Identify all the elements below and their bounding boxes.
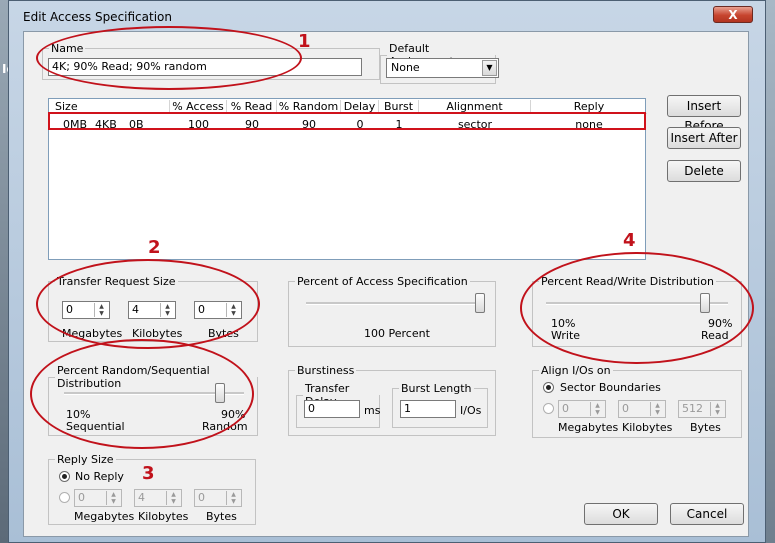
up-arrow-icon[interactable]: ▲ [651,402,664,409]
annotation-number-3: 3 [142,463,155,484]
down-arrow-icon[interactable]: ▼ [711,409,724,416]
annotation-number-2: 2 [148,237,161,258]
chevron-down-icon[interactable]: ▼ [482,60,497,76]
align-bytes-value: 512 [682,402,703,415]
down-arrow-icon[interactable]: ▼ [591,409,604,416]
insert-before-button[interactable]: Insert Before [667,95,741,133]
dialog-client-area: Name 4K; 90% Read; 90% random Default As… [23,26,754,537]
down-arrow-icon[interactable]: ▼ [227,498,240,505]
reply-size-legend: Reply Size [57,453,114,466]
annotation-ellipse-1 [36,26,302,90]
percent-access-caption: 100 Percent [364,327,430,340]
align-megabytes-value: 0 [562,402,569,415]
delete-button[interactable]: Delete [667,160,741,182]
annotation-ellipse-4 [520,252,754,364]
percent-access-slider[interactable] [475,293,485,313]
down-arrow-icon[interactable]: ▼ [107,498,120,505]
align-kilobytes-value: 0 [622,402,629,415]
align-bytes-label: Bytes [690,421,721,434]
close-button[interactable]: X [713,6,753,23]
align-megabytes-label: Megabytes [558,421,619,434]
default-assignment-value: None [391,61,420,74]
insert-after-button[interactable]: Insert After [667,127,741,149]
transfer-delay-unit: ms [364,404,381,417]
align-kilobytes-label: Kilobytes [622,421,673,434]
burst-length-input[interactable]: 1 [400,400,456,418]
annotation-number-4: 4 [623,230,636,251]
reply-custom-radio[interactable] [59,492,70,503]
align-custom-radio[interactable] [543,403,554,414]
percent-access-track [306,302,482,305]
reply-bytes-stepper[interactable]: 0 ▲ ▼ [194,489,242,507]
no-reply-radio[interactable] [59,471,70,482]
reply-megabytes-value: 0 [78,491,85,504]
down-arrow-icon[interactable]: ▼ [167,498,180,505]
transfer-delay-input[interactable]: 0 [304,400,360,418]
percent-access-legend: Percent of Access Specification [297,275,468,288]
up-arrow-icon[interactable]: ▲ [711,402,724,409]
annotation-number-1: 1 [298,31,311,52]
up-arrow-icon[interactable]: ▲ [167,491,180,498]
reply-kilobytes-label: Kilobytes [138,510,189,523]
reply-bytes-value: 0 [198,491,205,504]
dialog-title: Edit Access Specification [23,10,172,24]
down-arrow-icon[interactable]: ▼ [651,409,664,416]
burst-length-unit: I/Os [460,404,482,417]
ok-button[interactable]: OK [584,503,658,525]
annotation-ellipse-3 [30,339,254,449]
up-arrow-icon[interactable]: ▲ [227,491,240,498]
align-kilobytes-stepper[interactable]: 0 ▲ ▼ [618,400,666,418]
reply-bytes-label: Bytes [206,510,237,523]
reply-megabytes-stepper[interactable]: 0 ▲ ▼ [74,489,122,507]
align-legend: Align I/Os on [541,364,611,377]
align-bytes-stepper[interactable]: 512 ▲ ▼ [678,400,726,418]
row-highlight-rectangle [48,112,646,130]
burst-length-legend: Burst Length [401,382,472,395]
cancel-button[interactable]: Cancel [670,503,744,525]
align-sector-radio[interactable] [543,382,554,393]
no-reply-label: No Reply [75,470,124,483]
reply-kilobytes-value: 4 [138,491,145,504]
burstiness-legend: Burstiness [297,364,355,377]
align-sector-label: Sector Boundaries [560,381,661,394]
default-assignment-select[interactable]: None ▼ [386,58,499,78]
dialog-window: Edit Access Specification X Name 4K; 90%… [8,0,766,543]
reply-kilobytes-stepper[interactable]: 4 ▲ ▼ [134,489,182,507]
annotation-ellipse-2 [36,259,260,349]
reply-megabytes-label: Megabytes [74,510,135,523]
up-arrow-icon[interactable]: ▲ [107,491,120,498]
up-arrow-icon[interactable]: ▲ [591,402,604,409]
align-megabytes-stepper[interactable]: 0 ▲ ▼ [558,400,606,418]
